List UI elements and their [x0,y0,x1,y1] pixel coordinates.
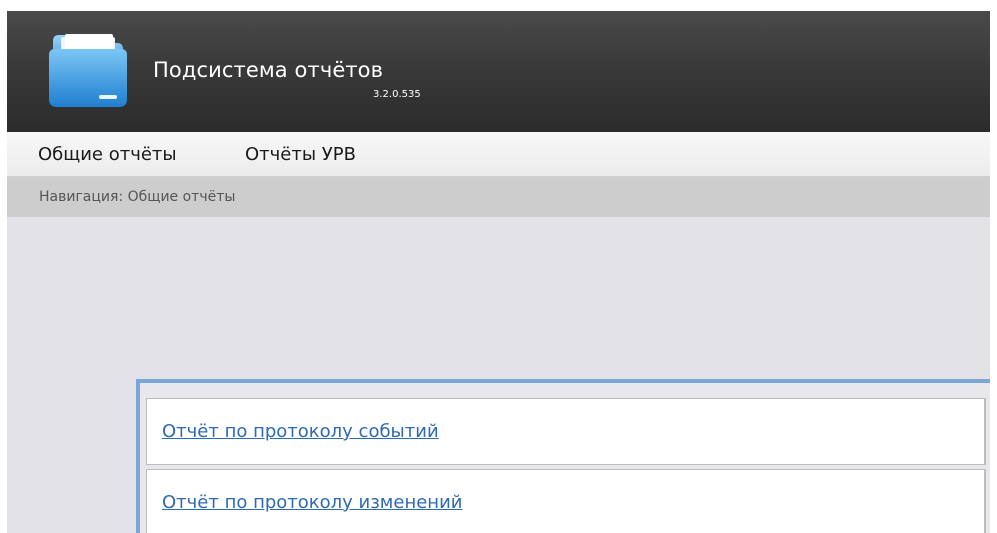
app-header: Подсистема отчётов 3.2.0.535 [7,11,990,132]
breadcrumb-text: Навигация: Общие отчёты [39,189,236,205]
report-link-event-log[interactable]: Отчёт по протоколу событий [162,421,439,442]
main-menu: Общие отчёты Отчёты УРВ [7,132,990,177]
list-item: Отчёт по протоколу событий [146,398,986,465]
folder-icon [47,31,129,109]
list-item: Отчёт по протоколу изменений [146,469,986,533]
breadcrumb: Навигация: Общие отчёты [7,177,990,217]
app-frame: Подсистема отчётов 3.2.0.535 Общие отчёт… [7,11,990,533]
report-link-change-log[interactable]: Отчёт по протоколу изменений [162,492,462,513]
app-title: Подсистема отчётов [153,58,384,82]
menu-item-general-reports[interactable]: Общие отчёты [38,144,177,165]
menu-item-time-attendance-reports[interactable]: Отчёты УРВ [245,144,356,165]
reports-list: Отчёт по протоколу событий Отчёт по прот… [140,383,990,533]
app-version: 3.2.0.535 [373,89,421,100]
reports-panel: Отчёт по протоколу событий Отчёт по прот… [136,379,990,533]
